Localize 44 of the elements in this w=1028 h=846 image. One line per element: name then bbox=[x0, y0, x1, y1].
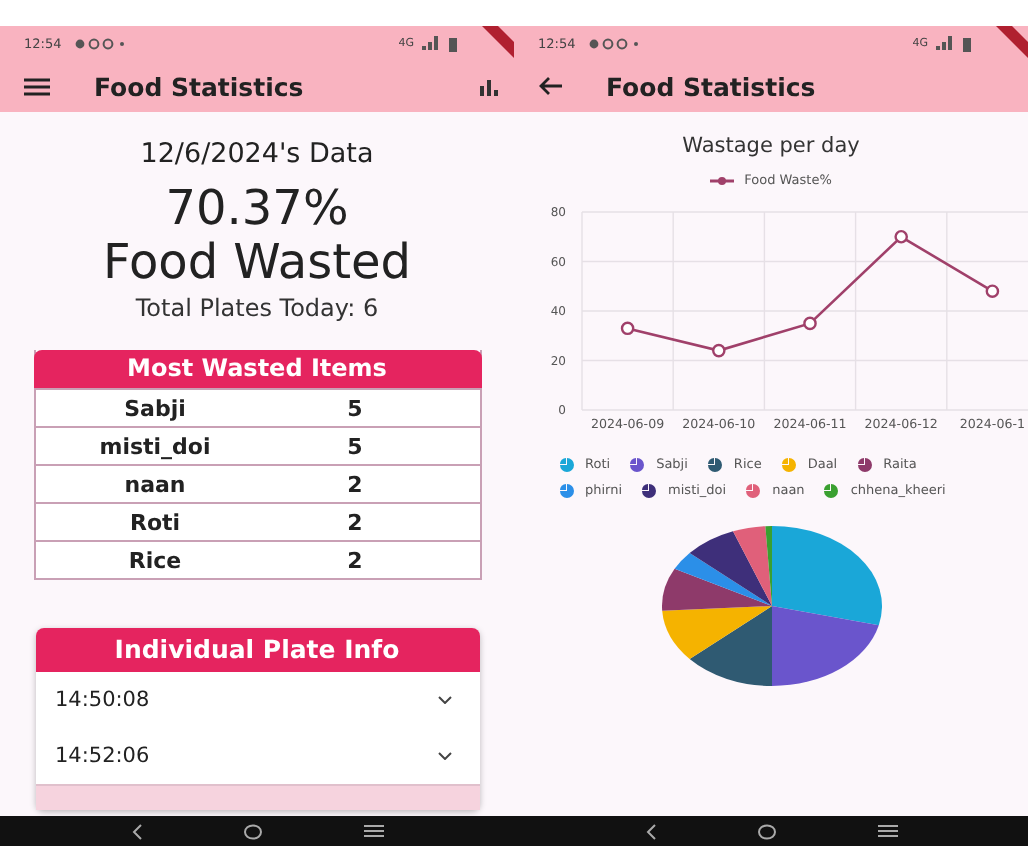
signal-icon bbox=[422, 36, 440, 50]
item-name: Roti bbox=[127, 509, 183, 535]
item-name: misti_doi bbox=[97, 433, 213, 459]
data-point bbox=[712, 343, 726, 358]
recents-icon[interactable] bbox=[877, 824, 897, 838]
menu-icon[interactable] bbox=[24, 77, 50, 95]
chevron-icon bbox=[437, 696, 451, 704]
item-name: naan bbox=[122, 471, 188, 497]
date-heading: 12/6/2024's Data bbox=[140, 138, 374, 170]
notification-icons bbox=[73, 37, 126, 49]
app-title: Food Statistics bbox=[606, 71, 816, 101]
card-header: Most Wasted Items bbox=[33, 350, 481, 388]
item-count: 2 bbox=[345, 471, 365, 497]
back-icon[interactable] bbox=[645, 823, 655, 839]
chevron-icon bbox=[437, 752, 451, 760]
bar-chart-icon[interactable] bbox=[480, 77, 498, 95]
item-count: 2 bbox=[345, 547, 365, 573]
item-name: Sabji bbox=[122, 395, 188, 421]
data-point bbox=[803, 316, 817, 331]
app-title: Food Statistics bbox=[94, 71, 304, 101]
item-count: 5 bbox=[345, 395, 365, 421]
item-name: Rice bbox=[126, 547, 184, 573]
item-count: 2 bbox=[345, 509, 365, 535]
recents-icon[interactable] bbox=[363, 824, 383, 838]
data-point bbox=[985, 284, 1000, 298]
back-icon[interactable] bbox=[131, 823, 141, 839]
plate-row[interactable]: 14:52:06 bbox=[35, 728, 479, 784]
waste-percentage: 70.37% bbox=[165, 182, 349, 236]
data-point bbox=[620, 321, 635, 336]
total-plates-text: Total Plates Today: 6 bbox=[135, 294, 379, 322]
plate-row[interactable]: 14:50:08 bbox=[35, 672, 479, 728]
legend-marker-icon bbox=[710, 175, 735, 185]
signal-icon bbox=[936, 36, 954, 50]
data-point bbox=[894, 229, 908, 244]
item-count: 5 bbox=[345, 433, 365, 459]
battery-icon bbox=[962, 35, 972, 51]
card-header: Individual Plate Info bbox=[35, 628, 479, 672]
notification-icons bbox=[587, 37, 640, 49]
waste-label: Food Wasted bbox=[103, 236, 411, 290]
back-arrow-icon[interactable] bbox=[538, 76, 562, 96]
chart-title: Wastage per day bbox=[682, 134, 860, 158]
home-icon[interactable] bbox=[243, 823, 261, 839]
battery-icon bbox=[448, 35, 458, 51]
home-icon[interactable] bbox=[757, 823, 775, 839]
